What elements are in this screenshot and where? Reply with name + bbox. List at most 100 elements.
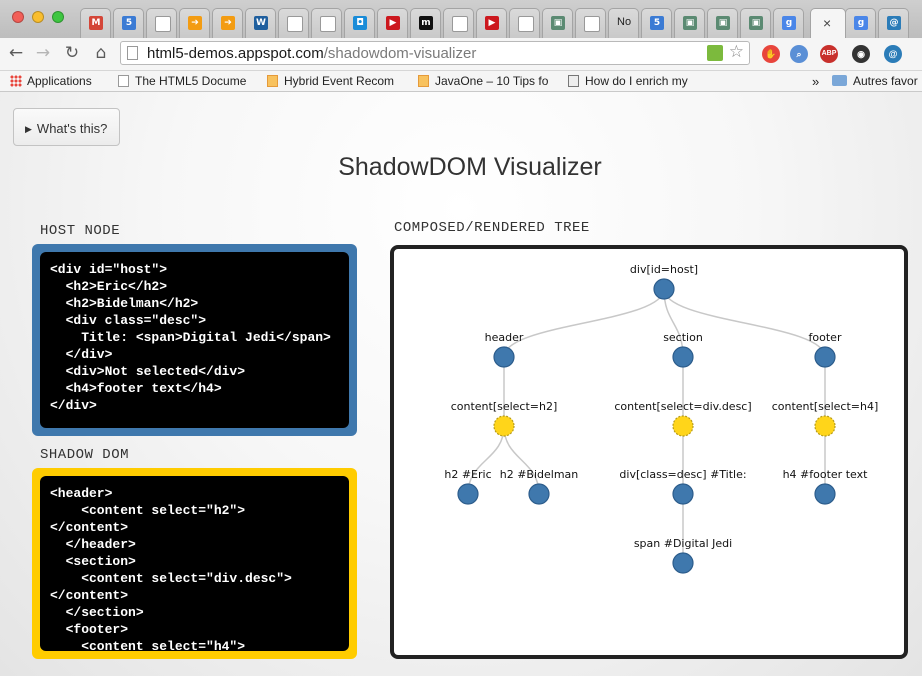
shadow-dom-editor[interactable]: <header> <content select="h2"> </content… xyxy=(32,468,357,659)
browser-tab[interactable] xyxy=(509,8,540,38)
element-node[interactable] xyxy=(672,552,694,574)
page-icon xyxy=(518,16,534,32)
browser-tab[interactable]: No xyxy=(608,8,639,38)
host-node-code[interactable]: <div id="host"> <h2>Eric</h2> <h2>Bidelm… xyxy=(50,261,331,414)
host-node-editor[interactable]: <div id="host"> <h2>Eric</h2> <h2>Bidelm… xyxy=(32,244,357,436)
browser-tab[interactable] xyxy=(146,8,177,38)
whats-this-button[interactable]: ▶ What's this? xyxy=(13,108,120,146)
google-icon: g xyxy=(782,16,796,30)
forward-button[interactable]: → xyxy=(33,43,53,63)
window-close-button[interactable] xyxy=(12,11,24,23)
folder-icon xyxy=(832,75,847,86)
html5-icon: 5 xyxy=(122,16,136,30)
tree-diagram: div[id=host] header section footer content[s… xyxy=(444,263,879,574)
window-minimize-button[interactable] xyxy=(32,11,44,23)
grid-icon xyxy=(568,75,579,87)
browser-tab[interactable]: ▶ xyxy=(377,8,408,38)
browser-tab[interactable]: ▣ xyxy=(674,8,705,38)
bookmark-other-folder[interactable]: Autres favor xyxy=(832,74,918,88)
browser-tab[interactable]: ▣ xyxy=(740,8,771,38)
element-node[interactable] xyxy=(814,483,836,505)
element-node[interactable] xyxy=(653,278,675,300)
node-label: content[select=div.desc] xyxy=(614,400,751,413)
browser-tab[interactable]: ▶ xyxy=(476,8,507,38)
browser-tab[interactable]: ▣ xyxy=(707,8,738,38)
element-node[interactable] xyxy=(493,346,515,368)
node-label: h4 #footer text xyxy=(783,468,869,481)
java-icon xyxy=(267,75,278,87)
content-node[interactable] xyxy=(814,415,836,437)
adblock-extension-icon[interactable]: ABP xyxy=(820,45,838,63)
bookmarks-overflow-chevron[interactable]: » xyxy=(812,74,819,89)
browser-tab[interactable]: M xyxy=(80,8,111,38)
browser-tab[interactable] xyxy=(443,8,474,38)
tab-strip: M 5 ➔ ➔ W ◘ ▶ m ▶ ▣ No 5 ▣ ▣ ▣ g × g @ xyxy=(0,0,922,38)
node-label: content[select=h4] xyxy=(772,400,879,413)
w3c-icon: W xyxy=(254,16,268,30)
browser-tab[interactable]: W xyxy=(245,8,276,38)
page-icon xyxy=(118,75,129,87)
disclosure-triangle-icon: ▶ xyxy=(25,124,32,134)
address-bar[interactable]: html5-demos.appspot.com/shadowdom-visual… xyxy=(120,41,750,65)
page-title: ShadowDOM Visualizer xyxy=(338,153,602,181)
tab-title: No xyxy=(617,16,632,28)
page-action-icon[interactable] xyxy=(707,45,723,61)
page-icon xyxy=(320,16,336,32)
bookmark-item[interactable]: The HTML5 Docume xyxy=(118,74,246,88)
window-zoom-button[interactable] xyxy=(52,11,64,23)
back-button[interactable]: ← xyxy=(6,43,26,63)
browser-tab[interactable]: × xyxy=(810,8,846,38)
m-icon: m xyxy=(419,16,433,30)
browser-tab[interactable]: ▣ xyxy=(542,8,573,38)
browser-tab[interactable]: ➔ xyxy=(212,8,243,38)
google-icon: g xyxy=(854,16,868,30)
browser-tab[interactable] xyxy=(278,8,309,38)
robot-icon: ▣ xyxy=(749,16,763,30)
bookmark-apps[interactable]: Applications xyxy=(10,74,92,88)
browser-tab[interactable]: g xyxy=(773,8,804,38)
browser-tab[interactable]: m xyxy=(410,8,441,38)
swirl-extension-icon[interactable]: @ xyxy=(884,45,902,63)
content-node[interactable] xyxy=(493,415,515,437)
tree-edge xyxy=(503,288,665,358)
browser-tab[interactable] xyxy=(575,8,606,38)
browser-tab[interactable]: @ xyxy=(878,8,909,38)
bookmark-item[interactable]: How do I enrich my xyxy=(568,74,688,88)
bookmark-star-icon[interactable]: ☆ xyxy=(729,42,744,62)
home-button[interactable]: ⌂ xyxy=(91,43,111,63)
node-label: h2 #Bidelman xyxy=(500,468,579,481)
tree-edge xyxy=(503,425,540,495)
composed-tree-panel: div[id=host] header section footer content[s… xyxy=(390,245,908,659)
arrow-icon: ➔ xyxy=(221,16,235,30)
tree-edge xyxy=(663,288,826,358)
element-node[interactable] xyxy=(672,483,694,505)
element-node[interactable] xyxy=(814,346,836,368)
element-node[interactable] xyxy=(528,483,550,505)
element-node[interactable] xyxy=(672,346,694,368)
record-extension-icon[interactable]: ◉ xyxy=(852,45,870,63)
browser-tab[interactable]: ➔ xyxy=(179,8,210,38)
browser-tab[interactable] xyxy=(311,8,342,38)
bookmark-item[interactable]: JavaOne – 10 Tips fo xyxy=(418,74,548,88)
node-label: h2 #Eric xyxy=(444,468,491,481)
stop-extension-icon[interactable]: ✋ xyxy=(762,45,780,63)
browser-tab[interactable]: g xyxy=(845,8,876,38)
url-text[interactable]: html5-demos.appspot.com/shadowdom-visual… xyxy=(147,45,476,62)
browser-tab[interactable]: 5 xyxy=(113,8,144,38)
element-node[interactable] xyxy=(457,483,479,505)
page-icon xyxy=(452,16,468,32)
robot-icon: ▣ xyxy=(551,16,565,30)
shadow-dom-code[interactable]: <header> <content select="h2"> </content… xyxy=(50,485,292,651)
robot-icon: ▣ xyxy=(716,16,730,30)
magnifier-extension-icon[interactable]: ⌕ xyxy=(790,45,808,63)
browser-tab[interactable]: 5 xyxy=(641,8,672,38)
reload-button[interactable]: ↻ xyxy=(62,43,82,63)
bookmark-item[interactable]: Hybrid Event Recom xyxy=(267,74,394,88)
robot-icon: ▣ xyxy=(683,16,697,30)
youtube-icon: ▶ xyxy=(485,16,499,30)
page-icon xyxy=(584,16,600,32)
content-node[interactable] xyxy=(672,415,694,437)
swirl-icon: @ xyxy=(887,16,901,30)
close-icon[interactable]: × xyxy=(823,15,831,31)
browser-tab[interactable]: ◘ xyxy=(344,8,375,38)
